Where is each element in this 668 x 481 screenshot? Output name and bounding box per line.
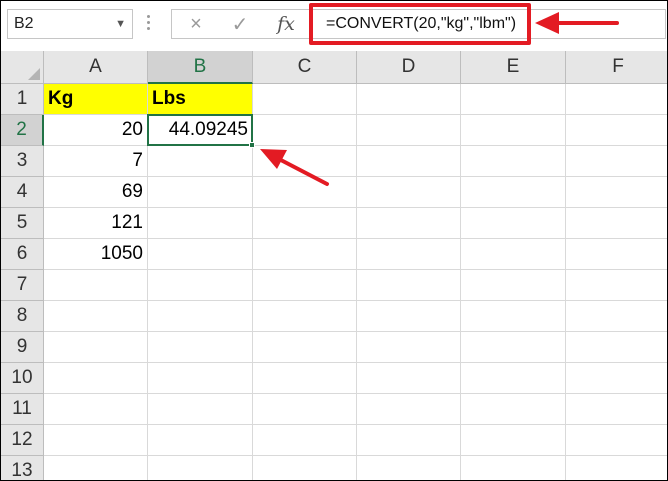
spreadsheet-window: B2 ▼ × ✓ fx =CONVERT(20,"kg","lbm") ABCD… <box>0 0 668 481</box>
arrow-to-cell-icon <box>260 149 329 186</box>
annotation-arrows <box>260 12 619 186</box>
arrow-to-formula-icon <box>535 12 619 34</box>
